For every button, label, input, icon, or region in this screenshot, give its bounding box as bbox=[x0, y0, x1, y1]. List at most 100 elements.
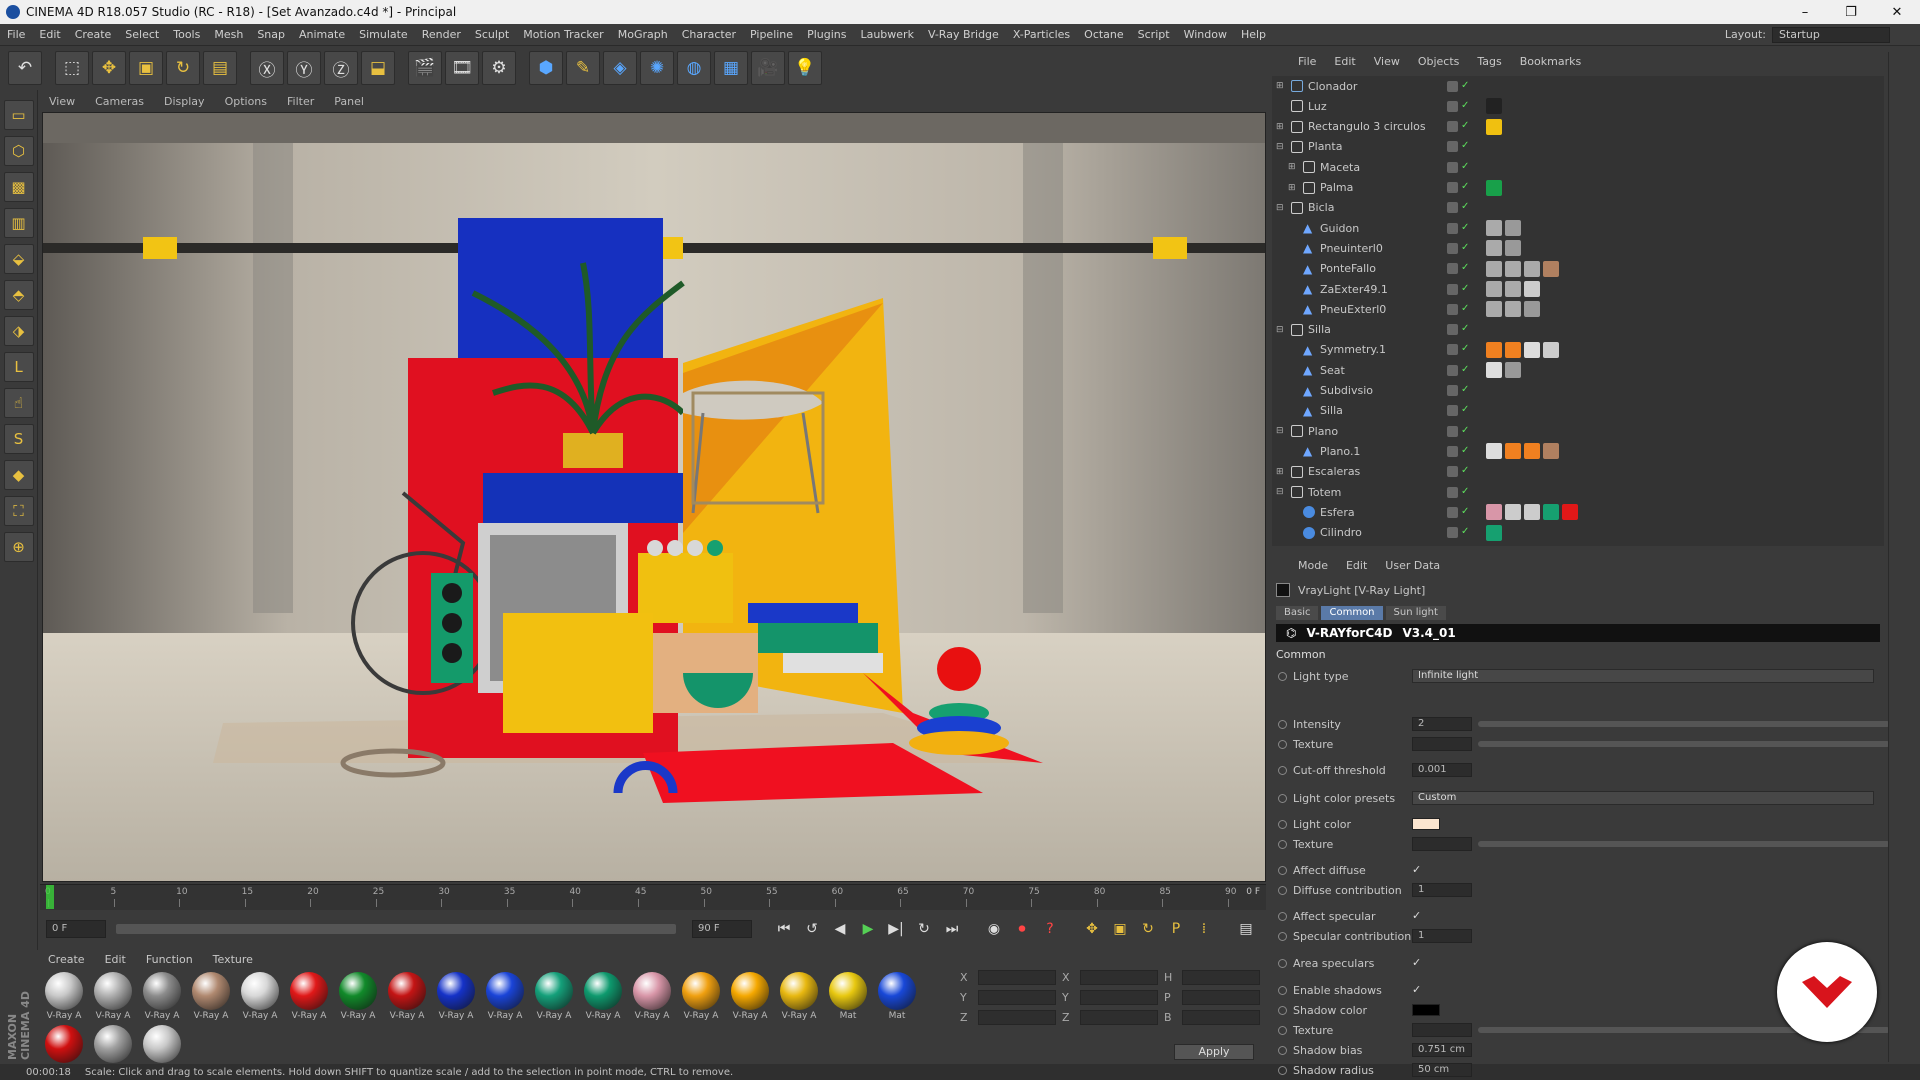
editor-visibility-icon[interactable] bbox=[1447, 385, 1458, 396]
material-tag-icon[interactable] bbox=[1486, 504, 1502, 521]
material-swatch[interactable]: V-Ray A bbox=[581, 972, 625, 1021]
animate-parameter-icon[interactable] bbox=[1278, 819, 1287, 829]
enabled-check-icon[interactable]: ✓ bbox=[1461, 303, 1472, 315]
material-swatch[interactable] bbox=[42, 1025, 86, 1064]
next-key-icon[interactable]: ↻ bbox=[912, 917, 936, 941]
menu-item-pipeline[interactable]: Pipeline bbox=[743, 28, 800, 41]
material-swatch[interactable]: V-Ray A bbox=[140, 972, 184, 1021]
checkbox-checked[interactable]: ✓ bbox=[1412, 984, 1424, 996]
material-tag-icon[interactable] bbox=[1505, 260, 1521, 277]
rotation-key-icon[interactable]: ↻ bbox=[1136, 917, 1160, 941]
collapse-icon[interactable]: ⊟ bbox=[1276, 203, 1286, 213]
position-value-field[interactable] bbox=[978, 990, 1056, 1005]
material-tag-icon[interactable] bbox=[1524, 341, 1540, 358]
animate-parameter-icon[interactable] bbox=[1278, 793, 1287, 803]
menu-item-laubwerk[interactable]: Laubwerk bbox=[853, 28, 920, 41]
menu-item-mesh[interactable]: Mesh bbox=[207, 28, 250, 41]
material-swatch[interactable]: V-Ray A bbox=[336, 972, 380, 1021]
animate-parameter-icon[interactable] bbox=[1278, 1065, 1287, 1075]
keyframe-selection-icon[interactable]: ? bbox=[1038, 917, 1062, 941]
attribute-number-field[interactable] bbox=[1412, 837, 1472, 851]
menu-item-script[interactable]: Script bbox=[1131, 28, 1177, 41]
camera-object-button[interactable]: 🎥 bbox=[751, 51, 785, 85]
material-menu-function[interactable]: Function bbox=[138, 953, 201, 966]
material-tag-icon[interactable] bbox=[1486, 118, 1502, 135]
enabled-check-icon[interactable]: ✓ bbox=[1461, 80, 1472, 92]
enabled-check-icon[interactable]: ✓ bbox=[1461, 425, 1472, 437]
rotate-tool-button[interactable]: ↻ bbox=[166, 51, 200, 85]
animate-parameter-icon[interactable] bbox=[1278, 719, 1287, 729]
enabled-check-icon[interactable]: ✓ bbox=[1461, 344, 1472, 355]
menu-item-file[interactable]: File bbox=[0, 28, 32, 41]
visibility-toggles[interactable]: ✓ bbox=[1447, 242, 1472, 254]
color-swatch[interactable] bbox=[1412, 818, 1440, 830]
point-level-key-icon[interactable]: ⁞ bbox=[1192, 917, 1216, 941]
enabled-check-icon[interactable]: ✓ bbox=[1461, 527, 1472, 538]
apply-button[interactable]: Apply bbox=[1174, 1044, 1254, 1060]
scale-tool-button[interactable]: ▣ bbox=[129, 51, 163, 85]
material-menu-create[interactable]: Create bbox=[40, 953, 93, 966]
editor-visibility-icon[interactable] bbox=[1447, 527, 1458, 539]
menu-item-octane[interactable]: Octane bbox=[1077, 28, 1131, 41]
animate-parameter-icon[interactable] bbox=[1278, 1045, 1287, 1055]
material-tag-icon[interactable] bbox=[1505, 443, 1521, 460]
attribute-number-field[interactable]: 1 bbox=[1412, 883, 1472, 897]
solo-mode-button[interactable]: ⛶ bbox=[3, 496, 34, 526]
material-tag-icon[interactable] bbox=[1524, 281, 1540, 297]
menu-item-tools[interactable]: Tools bbox=[166, 28, 207, 41]
attribute-dropdown[interactable]: Custom bbox=[1412, 791, 1874, 805]
undo-button[interactable]: ↶ bbox=[8, 51, 42, 85]
attribute-number-field[interactable]: 0.001 bbox=[1412, 763, 1472, 777]
material-swatch[interactable]: V-Ray A bbox=[630, 972, 674, 1021]
enabled-check-icon[interactable]: ✓ bbox=[1461, 506, 1472, 518]
editor-visibility-icon[interactable] bbox=[1447, 506, 1458, 518]
tab-common[interactable]: Common bbox=[1321, 606, 1383, 620]
enabled-check-icon[interactable]: ✓ bbox=[1461, 121, 1472, 132]
object-row[interactable]: ⊞ Palma ✓ bbox=[1272, 178, 1884, 198]
previous-key-icon[interactable]: ↺ bbox=[800, 917, 824, 941]
y-axis-lock-button[interactable]: Ⓨ bbox=[287, 51, 321, 85]
position-value-field[interactable] bbox=[978, 1010, 1056, 1025]
visibility-toggles[interactable]: ✓ bbox=[1447, 364, 1472, 376]
size-value-field[interactable] bbox=[1080, 1010, 1158, 1025]
snapping-button[interactable]: S bbox=[3, 424, 34, 454]
deformer-button[interactable]: ◍ bbox=[677, 51, 711, 85]
enabled-check-icon[interactable]: ✓ bbox=[1461, 263, 1472, 274]
tweak-mode-button[interactable]: ☝ bbox=[3, 388, 34, 418]
material-tag-icon[interactable] bbox=[1543, 504, 1559, 521]
object-menu-objects[interactable]: Objects bbox=[1410, 55, 1468, 68]
menu-item-motion-tracker[interactable]: Motion Tracker bbox=[516, 28, 610, 41]
material-swatch[interactable]: V-Ray A bbox=[287, 972, 331, 1021]
animate-parameter-icon[interactable] bbox=[1278, 931, 1287, 941]
animate-parameter-icon[interactable] bbox=[1278, 765, 1287, 775]
menu-item-simulate[interactable]: Simulate bbox=[352, 28, 415, 41]
object-row[interactable]: ▲ Symmetry.1 ✓ bbox=[1272, 340, 1884, 360]
material-tag-icon[interactable] bbox=[1486, 220, 1502, 237]
menu-item-sculpt[interactable]: Sculpt bbox=[468, 28, 516, 41]
object-row[interactable]: ▲ Guidon ✓ bbox=[1272, 218, 1884, 238]
visibility-toggles[interactable]: ✓ bbox=[1447, 182, 1472, 193]
material-swatch[interactable]: V-Ray A bbox=[434, 972, 478, 1021]
visibility-toggles[interactable]: ✓ bbox=[1447, 303, 1472, 315]
model-mode-button[interactable]: ⬡ bbox=[3, 136, 34, 166]
editor-visibility-icon[interactable] bbox=[1447, 364, 1458, 376]
attribute-slider[interactable] bbox=[1478, 721, 1890, 727]
visibility-toggles[interactable]: ✓ bbox=[1447, 222, 1472, 234]
editor-visibility-icon[interactable] bbox=[1447, 100, 1458, 112]
start-frame-field[interactable]: 0 F bbox=[46, 920, 106, 938]
material-tag-icon[interactable] bbox=[1562, 504, 1578, 521]
object-menu-file[interactable]: File bbox=[1290, 55, 1324, 68]
x-axis-lock-button[interactable]: Ⓧ bbox=[250, 51, 284, 85]
material-tag-icon[interactable] bbox=[1505, 504, 1521, 521]
frame-range-slider[interactable] bbox=[116, 924, 676, 934]
cube-primitive-button[interactable]: ⬢ bbox=[529, 51, 563, 85]
material-swatch[interactable]: V-Ray A bbox=[777, 972, 821, 1021]
enabled-check-icon[interactable]: ✓ bbox=[1461, 242, 1472, 254]
render-picture-viewer-button[interactable]: 🎞 bbox=[445, 51, 479, 85]
object-menu-view[interactable]: View bbox=[1366, 55, 1408, 68]
material-swatch[interactable]: V-Ray A bbox=[483, 972, 527, 1021]
visibility-toggles[interactable]: ✓ bbox=[1447, 141, 1472, 153]
playhead-marker[interactable] bbox=[46, 885, 54, 909]
material-tag-icon[interactable] bbox=[1486, 443, 1502, 460]
object-row[interactable]: ▲ Plano.1 ✓ bbox=[1272, 441, 1884, 461]
